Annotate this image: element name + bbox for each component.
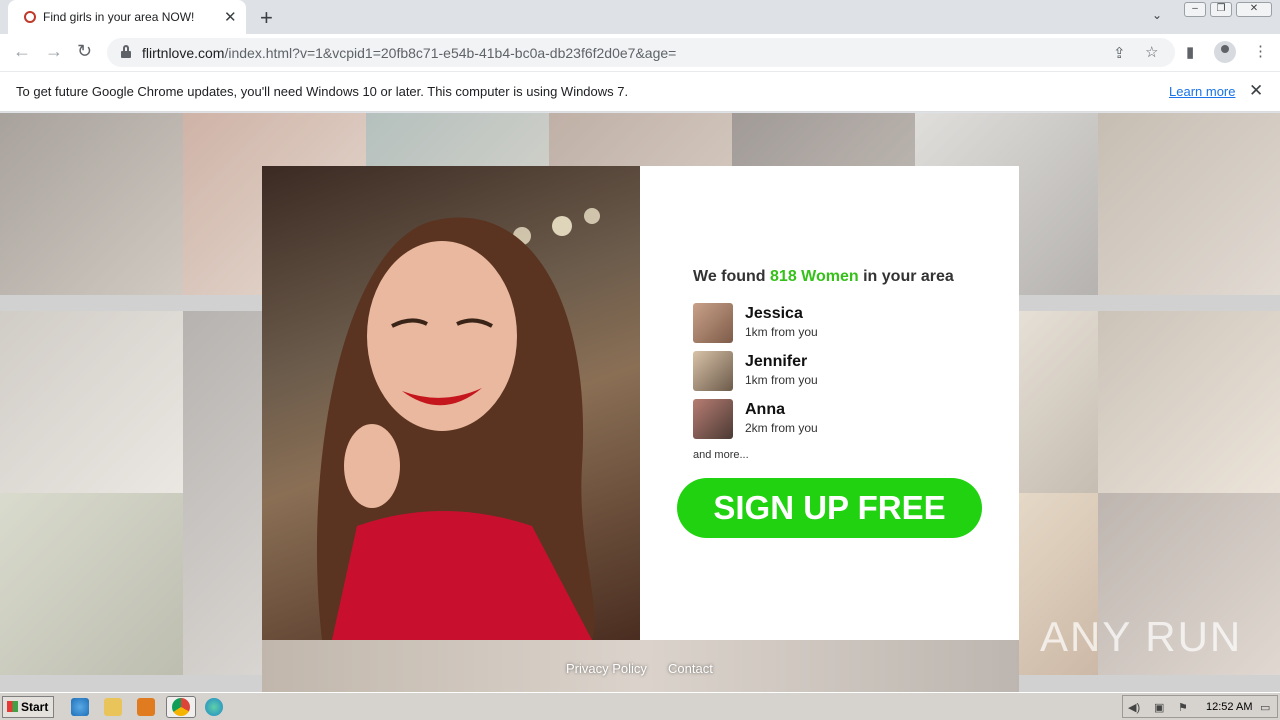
windows-taskbar: Start ◀) ▣ ⚑ 12:52 AM ▭: [0, 692, 1280, 720]
active-tab[interactable]: Find girls in your area NOW! ✕: [8, 0, 246, 34]
learn-more-link[interactable]: Learn more: [1169, 84, 1235, 99]
sign-up-free-button[interactable]: SIGN UP FREE: [677, 478, 982, 538]
profile-name: Jennifer: [745, 353, 808, 370]
profile-avatar: [693, 351, 733, 391]
women-count: 818 Women: [770, 268, 859, 285]
profile-avatar-icon[interactable]: [1214, 41, 1236, 63]
new-tab-icon[interactable]: +: [260, 5, 273, 31]
profile-avatar: [693, 303, 733, 343]
contact-link[interactable]: Contact: [668, 661, 713, 676]
minimize-window-button[interactable]: –: [1184, 2, 1206, 17]
profile-distance: 1km from you: [745, 325, 818, 339]
tab-title: Find girls in your area NOW!: [43, 10, 195, 24]
profile-name: Anna: [745, 401, 785, 418]
found-count-heading: We found 818 Women in your area: [693, 268, 954, 285]
windows-logo-icon: [7, 701, 18, 712]
restore-window-button[interactable]: ❐: [1210, 2, 1232, 17]
show-desktop-icon[interactable]: ▭: [1260, 701, 1270, 714]
tab-search-chevron-icon[interactable]: ⌄: [1152, 8, 1162, 22]
update-infobar: To get future Google Chrome updates, you…: [0, 71, 1280, 112]
system-tray: [1122, 695, 1278, 718]
profile-avatar: [693, 399, 733, 439]
profile-distance: 2km from you: [745, 421, 818, 435]
back-arrow-icon[interactable]: ←: [13, 41, 31, 62]
network-icon[interactable]: ▣: [1154, 701, 1164, 714]
tab-strip: Find girls in your area NOW! ✕ + ⌄ – ❐ ✕: [0, 0, 1280, 34]
media-player-icon[interactable]: [137, 698, 155, 716]
address-bar[interactable]: flirtnlove.com/index.html?v=1&vcpid1=20f…: [107, 38, 1175, 67]
share-icon[interactable]: ⇪: [1113, 44, 1126, 62]
internet-explorer-icon[interactable]: [71, 698, 89, 716]
browser-toolbar: ← → ↻ flirtnlove.com/index.html?v=1&vcpi…: [0, 34, 1280, 71]
reload-icon[interactable]: ↻: [77, 41, 92, 62]
url-text[interactable]: flirtnlove.com/index.html?v=1&vcpid1=20f…: [142, 45, 676, 61]
start-button[interactable]: Start: [2, 696, 54, 718]
privacy-policy-link[interactable]: Privacy Policy: [566, 661, 647, 676]
action-center-flag-icon[interactable]: ⚑: [1178, 701, 1188, 714]
chrome-icon: [172, 698, 190, 716]
edge-icon[interactable]: [205, 698, 223, 716]
page-content: We found 818 Women in your area Jessica …: [0, 113, 1280, 692]
infobar-close-icon[interactable]: ✕: [1249, 81, 1263, 101]
profile-distance: 1km from you: [745, 373, 818, 387]
infobar-message: To get future Google Chrome updates, you…: [16, 84, 629, 99]
close-tab-icon[interactable]: ✕: [224, 8, 237, 26]
forward-arrow-icon[interactable]: →: [45, 41, 63, 62]
close-window-button[interactable]: ✕: [1236, 2, 1272, 17]
anyrun-watermark: ANY RUN: [1040, 613, 1243, 660]
side-panel-icon[interactable]: ▮: [1186, 43, 1194, 61]
lock-icon[interactable]: [121, 45, 131, 58]
taskbar-clock[interactable]: 12:52 AM: [1206, 701, 1252, 713]
profile-name: Jessica: [745, 305, 803, 322]
file-explorer-icon[interactable]: [104, 698, 122, 716]
volume-icon[interactable]: ◀): [1128, 701, 1140, 714]
hero-photo-illustration: [316, 208, 600, 640]
signup-card: We found 818 Women in your area Jessica …: [262, 166, 1019, 640]
hero-photo: [262, 166, 640, 640]
bookmark-star-icon[interactable]: ☆: [1145, 43, 1158, 61]
and-more-text: and more...: [693, 449, 749, 461]
menu-kebab-icon[interactable]: ⋮: [1253, 42, 1268, 60]
site-favicon-icon: [24, 11, 36, 23]
